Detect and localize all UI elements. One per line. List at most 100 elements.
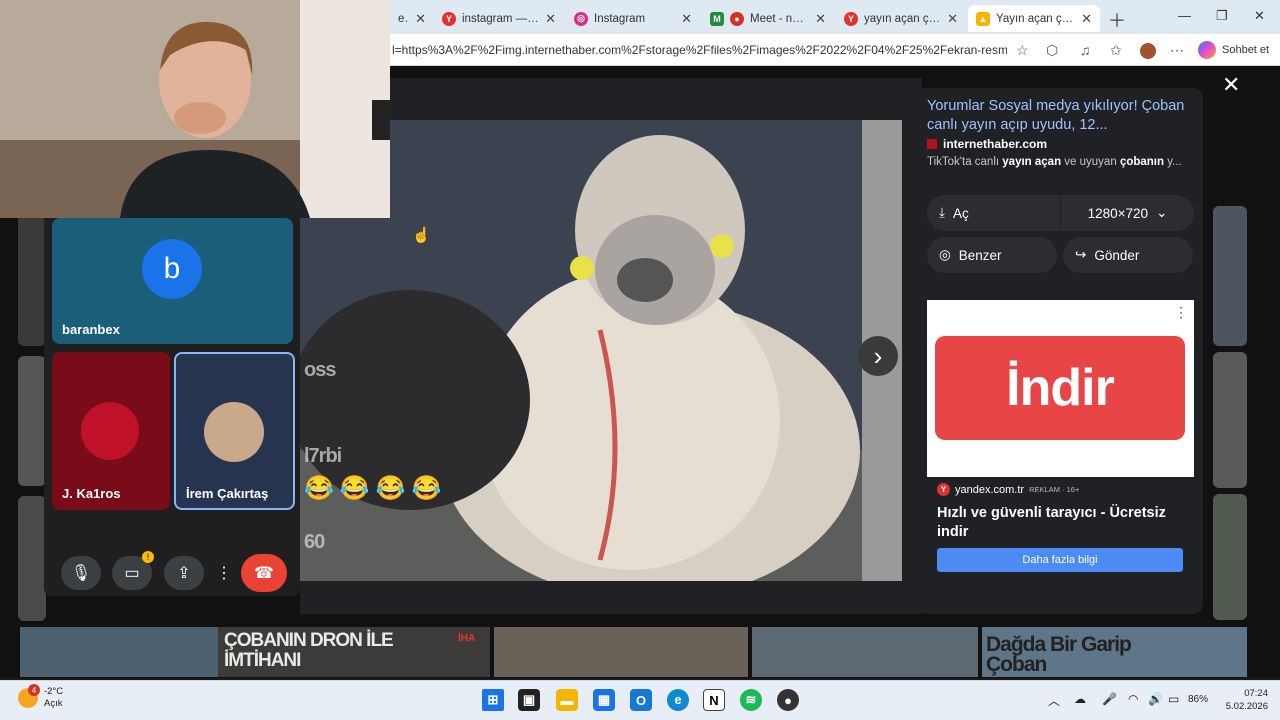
ad-menu-icon[interactable]: ⋮ (1174, 304, 1188, 321)
weather-desc: Açık (44, 698, 63, 709)
microphone-tray-icon[interactable]: 🎤 (1102, 692, 1117, 706)
participant-name: baranbex (62, 322, 120, 337)
webcam-image (0, 0, 390, 218)
minimize-icon[interactable]: — (1178, 8, 1191, 23)
close-icon[interactable]: ✕ (947, 11, 958, 27)
cloud-icon[interactable]: ☁ (1074, 692, 1086, 706)
participant-tile-irem[interactable]: İrem Çakırtaş (174, 352, 295, 510)
main-image[interactable]: oss l7rbi 60 😂 😂 😂 😂 (300, 120, 902, 581)
maximize-icon[interactable]: ❐ (1216, 8, 1228, 24)
ad-source: Y yandex.com.tr REKLAM · 16+ (937, 483, 1079, 496)
result-thumbnail[interactable] (18, 206, 46, 346)
close-icon[interactable]: ✕ (415, 11, 426, 27)
result-thumbnail[interactable] (494, 627, 748, 677)
next-image-button[interactable]: › (858, 336, 898, 376)
favorites-icon[interactable]: ✩ (1110, 42, 1122, 59)
result-thumbnail[interactable] (20, 627, 218, 677)
copilot-button[interactable]: Sohbet et (1198, 41, 1269, 59)
wifi-icon[interactable]: ◠ (1128, 692, 1138, 706)
close-icon[interactable]: ✕ (815, 11, 826, 27)
camera-icon: ▭ (124, 565, 140, 582)
edge-icon[interactable]: e (667, 689, 689, 711)
send-button[interactable]: ↪ Gönder (1063, 237, 1193, 273)
source-snippet: TikTok'ta canlı yayın açan ve uyuyan çob… (927, 156, 1192, 168)
images-icon: ▲ (976, 11, 990, 26)
tab-label: yayın açan çoban – (864, 12, 942, 25)
spotify-icon[interactable]: ≋ (740, 689, 762, 711)
weather-widget[interactable]: 4 -2°C Açık (18, 684, 63, 710)
emoji: 😂 (375, 475, 406, 502)
chevron-down-icon: ⌄ (1156, 205, 1168, 220)
close-icon[interactable]: ✕ (545, 11, 556, 27)
image-size-dropdown[interactable]: 1280×720 ⌄ (1061, 195, 1194, 231)
more-options-button[interactable]: ⋮ (214, 556, 234, 590)
avatar (81, 402, 139, 460)
site-favicon-icon (927, 139, 937, 149)
start-icon[interactable]: ⊞ (482, 689, 504, 711)
result-thumbnail[interactable]: Dağda Bir Garip Çoban (982, 627, 1247, 677)
tab-1[interactable]: erilin ✕ (390, 5, 434, 32)
emoji: 😂 (304, 475, 334, 502)
window-close-icon[interactable]: ✕ (1254, 8, 1265, 24)
meet-icon: M (710, 11, 724, 26)
tab-label: Meet - nnm-d (750, 12, 809, 25)
profile-avatar-icon[interactable] (1140, 43, 1156, 59)
battery-icon[interactable]: ▭ (1168, 692, 1179, 706)
result-thumbnail[interactable] (1213, 352, 1247, 488)
similar-button[interactable]: ◎ Benzer (927, 237, 1057, 273)
ad-image-text: İndir (935, 336, 1185, 440)
more-menu-icon[interactable]: ⋯ (1170, 42, 1184, 59)
url-field[interactable]: l=https%3A%2F%2Fimg.internethaber.com%2F… (392, 43, 1007, 57)
microphone-icon: 🎙 (70, 565, 92, 582)
speaker-icon[interactable]: 🔊 (1148, 692, 1163, 706)
send-label: Gönder (1094, 247, 1140, 263)
avatar: b (142, 239, 202, 299)
close-viewer-icon[interactable]: ✕ (1222, 72, 1240, 98)
extensions-icon[interactable]: ⬡ (1046, 42, 1058, 59)
open-button[interactable]: ⤓ Aç (927, 195, 1060, 231)
source-title-link[interactable]: Yorumlar Sosyal medya yıkılıyor! Çoban c… (927, 97, 1187, 135)
ad-headline[interactable]: Hızlı ve güvenli tarayıcı - Ücretsiz ind… (937, 504, 1187, 542)
tab-6-active[interactable]: ▲ Yayın açan çoban ✕ (968, 5, 1100, 32)
open-label: Aç (952, 205, 969, 221)
new-tab-icon[interactable]: ＋ (1108, 7, 1126, 33)
tab-3[interactable]: ◎ Instagram ✕ (566, 5, 700, 32)
read-aloud-icon[interactable]: ♫ (1080, 42, 1091, 58)
screen: erilin ✕ Y instagram — Yande ✕ ◎ Instagr… (0, 0, 1280, 720)
snippet-text: y... (1164, 156, 1182, 168)
tab-label: instagram — Yande (462, 12, 539, 25)
outlook-icon[interactable]: O (630, 689, 652, 711)
source-domain[interactable]: internethaber.com (927, 137, 1047, 151)
microphone-button[interactable]: 🎙 (61, 556, 101, 590)
close-icon[interactable]: ✕ (681, 11, 692, 27)
task-view-icon[interactable]: ▣ (518, 689, 540, 711)
clock[interactable]: 07:24 5.02.2026 (1210, 687, 1268, 713)
weather-badge: 4 (28, 684, 40, 696)
participant-tile-jkairos[interactable]: J. Ka1ros (52, 352, 170, 510)
participant-tile-baranbex[interactable]: b baranbex (52, 218, 293, 344)
notion-icon[interactable]: N (703, 689, 725, 711)
result-thumbnail[interactable] (1213, 206, 1247, 346)
result-thumbnail[interactable] (18, 356, 46, 486)
tab-2[interactable]: Y instagram — Yande ✕ (434, 5, 564, 32)
tray-chevron-up-icon[interactable]: ︿ (1048, 692, 1060, 709)
store-icon[interactable]: ▦ (593, 689, 615, 711)
favorite-star-icon[interactable]: ☆ (1016, 42, 1029, 59)
yandex-logo-icon: Y (937, 483, 950, 496)
leave-call-button[interactable]: ☎ (241, 554, 287, 592)
result-thumbnail[interactable] (752, 627, 978, 677)
tab-5[interactable]: Y yayın açan çoban – ✕ (836, 5, 966, 32)
result-thumbnail[interactable]: ÇOBANIN DRON İLE İMTİHANI İHA (218, 627, 490, 677)
file-explorer-icon[interactable]: ▬ (556, 689, 578, 711)
result-thumbnail[interactable] (18, 496, 46, 621)
close-icon[interactable]: ✕ (1081, 11, 1092, 27)
similar-label: Benzer (958, 247, 1002, 263)
present-screen-button[interactable]: ⇪ (164, 556, 204, 590)
result-thumbnail[interactable] (1213, 494, 1247, 620)
recording-app-icon[interactable]: ● (777, 689, 799, 711)
tab-4[interactable]: M ● Meet - nnm-d ✕ (702, 5, 834, 32)
yandex-icon: Y (442, 11, 456, 26)
ad-cta-button[interactable]: Daha fazla bilgi (937, 548, 1183, 572)
ad-tag: REKLAM · 16+ (1029, 485, 1080, 494)
size-label: 1280×720 (1087, 205, 1149, 221)
